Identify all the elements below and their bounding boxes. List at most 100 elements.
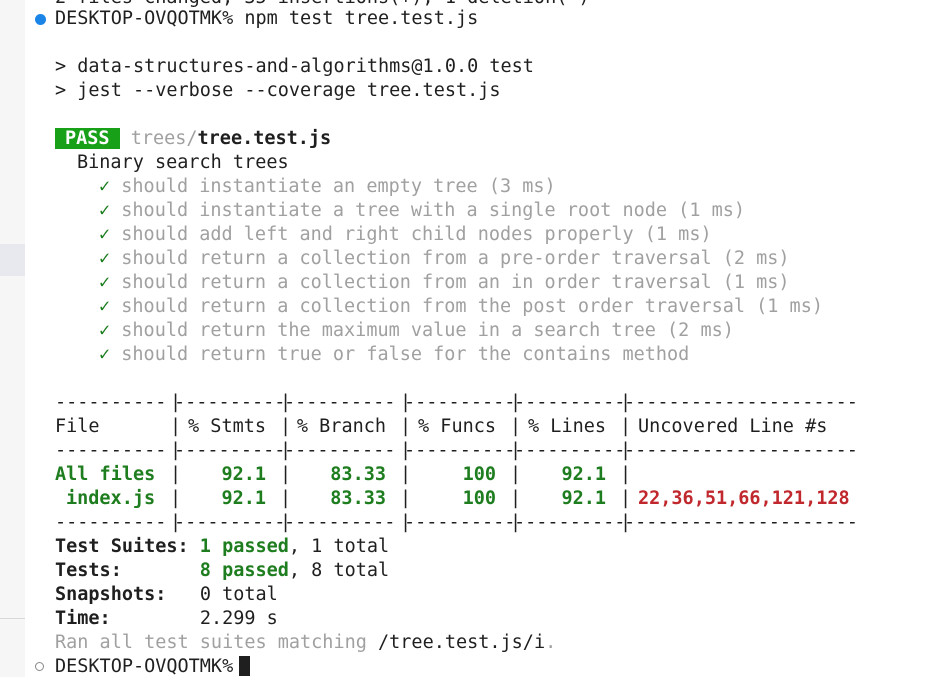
snapshots-value: 0 total bbox=[199, 584, 278, 605]
suites-label: Test Suites: bbox=[55, 536, 189, 557]
tests-passed: 8 passed bbox=[199, 560, 289, 581]
test-item: ✓ should return a collection from a pre-… bbox=[99, 247, 790, 271]
test-item: ✓ should return true or false for the co… bbox=[99, 343, 689, 367]
ran-suffix: . bbox=[545, 632, 557, 653]
table-separator: | bbox=[510, 488, 522, 509]
table-separator: | bbox=[280, 416, 292, 437]
check-icon: ✓ bbox=[99, 248, 111, 269]
table-top-rule: ---------- | ---------- | ---------- | -------… bbox=[0, 391, 925, 415]
test-name: should return a collection from an in or… bbox=[121, 272, 790, 293]
table-separator: | bbox=[620, 416, 632, 437]
ran-prefix: Ran all test suites matching bbox=[55, 632, 379, 653]
test-name: should return true or false for the cont… bbox=[121, 344, 690, 365]
cell-branch: 83.33 bbox=[330, 488, 386, 509]
table-rule: --------------------- bbox=[624, 440, 858, 461]
prompt-status-dot-icon[interactable] bbox=[35, 662, 44, 671]
pass-badge: PASS bbox=[55, 128, 120, 149]
table-separator: | bbox=[280, 464, 292, 485]
test-item: ✓ should return a collection from the po… bbox=[99, 295, 823, 319]
check-icon: ✓ bbox=[99, 320, 111, 341]
suites-total: , 1 total bbox=[288, 536, 390, 557]
table-separator: | bbox=[510, 416, 522, 437]
check-icon: ✓ bbox=[99, 272, 111, 293]
check-icon: ✓ bbox=[99, 200, 111, 221]
ran-pattern: /tree.test.js/i bbox=[378, 632, 546, 653]
table-header-row: File % Stmts % Branch % Funcs % Lines Uncover… bbox=[0, 415, 925, 439]
table-bottom-rule: ---------- | ---------- | ---------- | -------… bbox=[0, 511, 925, 535]
test-name: should add left and right child nodes pr… bbox=[121, 224, 712, 245]
describe-block: Binary search trees bbox=[77, 152, 289, 173]
test-item: ✓ should return the maximum value in a s… bbox=[99, 319, 734, 343]
cell-lines: 92.1 bbox=[561, 464, 606, 485]
cell-lines: 92.1 bbox=[561, 488, 606, 509]
table-separator: | bbox=[400, 464, 412, 485]
table-rule: ---------- bbox=[514, 392, 626, 413]
header-funcs: % Funcs bbox=[418, 416, 496, 437]
test-item: ✓ should add left and right child nodes … bbox=[99, 223, 712, 247]
summary-time: Time: 2.299 s bbox=[55, 607, 278, 631]
terminal-cursor bbox=[239, 656, 251, 676]
active-prompt[interactable]: DESKTOP-OVQOTMK% bbox=[55, 655, 251, 679]
summary-suites: Test Suites: 1 passed, 1 total bbox=[55, 535, 389, 559]
header-file: File bbox=[55, 416, 100, 437]
table-rule: --------------------- bbox=[624, 392, 858, 413]
table-row: All files 92.1 83.33 100 92.1 | | | | | bbox=[0, 463, 925, 487]
suites-passed: 1 passed bbox=[199, 536, 289, 557]
test-name: should instantiate a tree with a single … bbox=[121, 200, 746, 221]
table-rule: ---------- bbox=[404, 392, 516, 413]
test-item: ✓ should instantiate an empty tree (3 ms… bbox=[99, 175, 556, 199]
test-path-file: tree.test.js bbox=[197, 128, 332, 149]
table-rule: ---------- bbox=[284, 512, 396, 533]
npm-script-line-2: > jest --verbose --coverage tree.test.js bbox=[55, 80, 501, 101]
table-mid-rule: ---------- | ---------- | ---------- | -------… bbox=[0, 439, 925, 463]
table-separator: | bbox=[510, 464, 522, 485]
tests-total: , 8 total bbox=[288, 560, 390, 581]
cell-uncovered: 22,36,51,66,121,128 bbox=[638, 488, 850, 509]
table-rule: ---------- bbox=[404, 512, 516, 533]
table-separator: | bbox=[620, 488, 632, 509]
test-name: should return the maximum value in a sea… bbox=[121, 320, 734, 341]
test-item: ✓ should return a collection from an in … bbox=[99, 271, 790, 295]
table-separator: | bbox=[400, 416, 412, 437]
check-icon: ✓ bbox=[99, 176, 111, 197]
table-rule: ---------- bbox=[174, 392, 286, 413]
gutter-highlight bbox=[0, 244, 25, 276]
table-separator: | bbox=[620, 464, 632, 485]
test-name: should return a collection from a pre-or… bbox=[121, 248, 790, 269]
summary-snapshots: Snapshots: 0 total bbox=[55, 583, 278, 607]
test-item: ✓ should instantiate a tree with a singl… bbox=[99, 199, 745, 223]
table-separator: | bbox=[400, 488, 412, 509]
table-rule: ---------- bbox=[55, 440, 167, 461]
table-row: index.js 92.1 83.33 100 92.1 22,36,51,66,121,… bbox=[0, 487, 925, 511]
table-rule: ---------- bbox=[284, 440, 396, 461]
time-label: Time: bbox=[55, 608, 111, 629]
check-icon: ✓ bbox=[99, 224, 111, 245]
cell-funcs: 100 bbox=[462, 464, 496, 485]
time-value: 2.299 s bbox=[199, 608, 278, 629]
test-name: should return a collection from the post… bbox=[121, 296, 823, 317]
summary-tests: Tests: 8 passed, 8 total bbox=[55, 559, 389, 583]
prompt-text: DESKTOP-OVQOTMK% bbox=[55, 656, 234, 677]
check-icon: ✓ bbox=[99, 296, 111, 317]
table-separator: | bbox=[280, 488, 292, 509]
cell-branch: 83.33 bbox=[330, 464, 386, 485]
cell-file: index.js bbox=[66, 488, 156, 509]
table-rule: ---------- bbox=[55, 512, 167, 533]
command-status-dot-icon[interactable] bbox=[35, 14, 46, 25]
table-rule: ---------- bbox=[404, 440, 516, 461]
table-separator: | bbox=[170, 416, 182, 437]
table-rule: --------------------- bbox=[624, 512, 858, 533]
editor-gutter bbox=[0, 0, 25, 677]
gutter-divider bbox=[0, 618, 25, 619]
snapshots-label: Snapshots: bbox=[55, 584, 167, 605]
table-separator: | bbox=[170, 464, 182, 485]
table-separator: | bbox=[170, 488, 182, 509]
npm-script-line-1: > data-structures-and-algorithms@1.0.0 t… bbox=[55, 56, 534, 77]
ran-all-line: Ran all test suites matching /tree.test.… bbox=[55, 631, 556, 655]
cell-file: All files bbox=[55, 464, 156, 485]
table-rule: ---------- bbox=[174, 440, 286, 461]
test-result-header: PASS trees/tree.test.js bbox=[55, 127, 331, 151]
table-rule: ---------- bbox=[514, 512, 626, 533]
table-rule: ---------- bbox=[514, 440, 626, 461]
check-icon: ✓ bbox=[99, 344, 111, 365]
